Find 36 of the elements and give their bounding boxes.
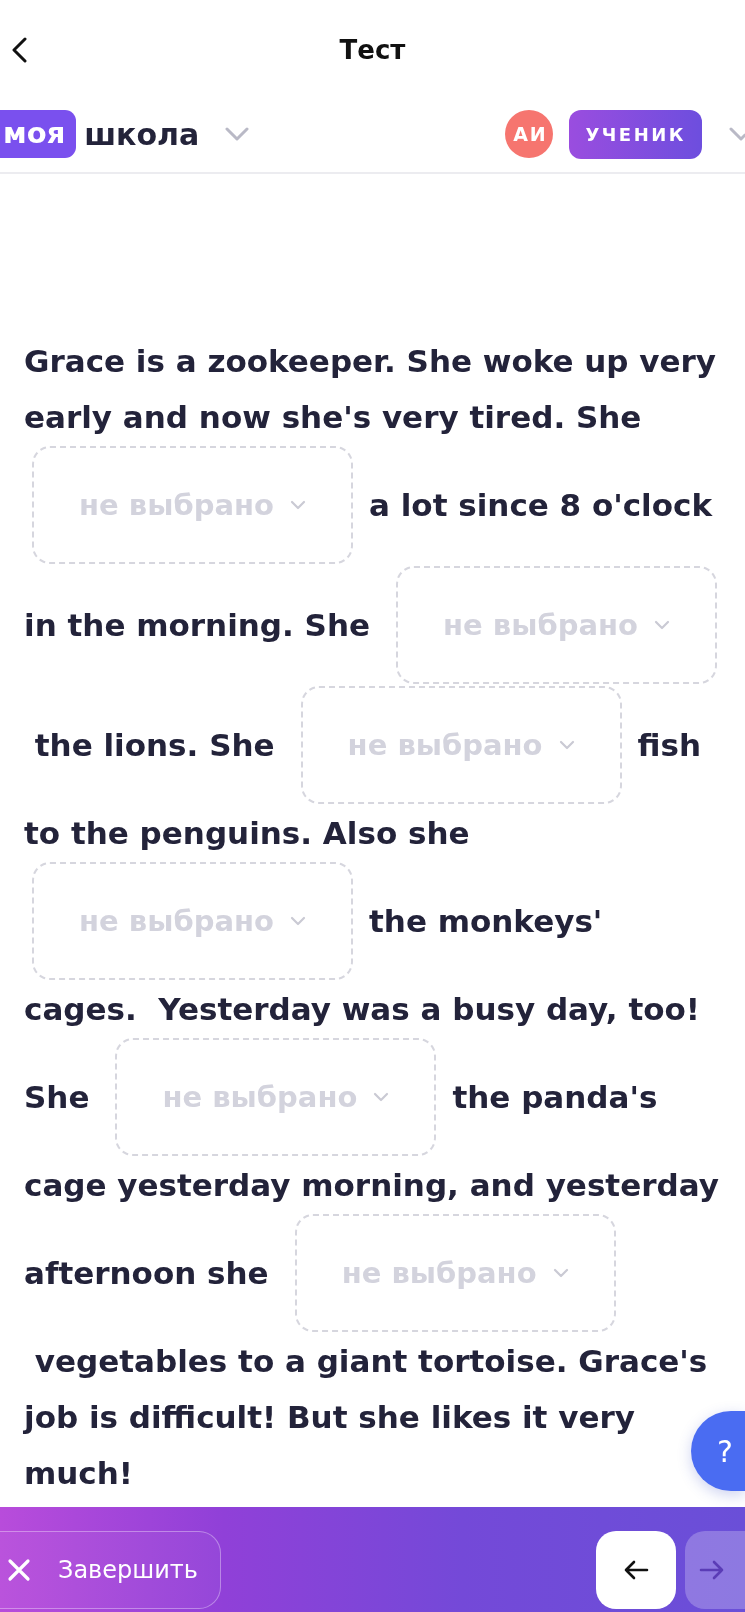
- chevron-down-icon: [558, 740, 575, 750]
- passage-text: afternoon she: [24, 1254, 269, 1293]
- passage-text: a lot since 8 o'clock: [369, 486, 713, 525]
- school-name[interactable]: школа: [84, 116, 200, 152]
- chevron-down-icon: [552, 1268, 569, 1278]
- passage-text: to the penguins. Also she: [24, 814, 470, 853]
- passage-text: in the morning. She: [24, 606, 371, 645]
- page-title: Тест: [339, 35, 406, 65]
- passage-text: She: [24, 1078, 90, 1117]
- back-icon[interactable]: [11, 37, 27, 63]
- role-badge[interactable]: УЧЕНИК: [569, 109, 702, 159]
- passage-text: fish: [637, 726, 702, 765]
- arrow-right-icon: [699, 1560, 725, 1580]
- passage-text: job is difficult! But she likes it very: [24, 1398, 635, 1437]
- passage-text: the panda's: [452, 1078, 658, 1117]
- passage-text: vegetables to a giant tortoise. Grace's: [33, 1342, 708, 1381]
- passage-text: the monkeys': [369, 902, 603, 941]
- chevron-down-icon[interactable]: [729, 127, 745, 141]
- chevron-down-icon: [654, 620, 670, 630]
- passage-text: Grace is a zookeeper. She woke up very: [24, 342, 717, 381]
- passage-text: cages. Yesterday was a busy day, too!: [24, 990, 700, 1029]
- back-button[interactable]: [596, 1531, 676, 1609]
- close-icon: [7, 1558, 31, 1582]
- passage-text: cage yesterday morning, and yesterday: [24, 1166, 719, 1205]
- passage-text: much!: [24, 1454, 133, 1493]
- arrow-left-icon: [623, 1560, 649, 1580]
- passage-text: the lions. She: [33, 726, 275, 765]
- help-button[interactable]: ?: [691, 1411, 745, 1491]
- chevron-down-icon: [289, 916, 306, 926]
- chevron-down-icon[interactable]: [225, 127, 250, 141]
- finish-button[interactable]: Завершить: [0, 1531, 221, 1609]
- passage-text: early and now she's very tired. She: [24, 398, 642, 437]
- chevron-down-icon: [373, 1092, 390, 1102]
- school-badge[interactable]: моя: [0, 110, 77, 158]
- chevron-down-icon: [289, 500, 306, 510]
- avatar[interactable]: АИ: [505, 110, 554, 158]
